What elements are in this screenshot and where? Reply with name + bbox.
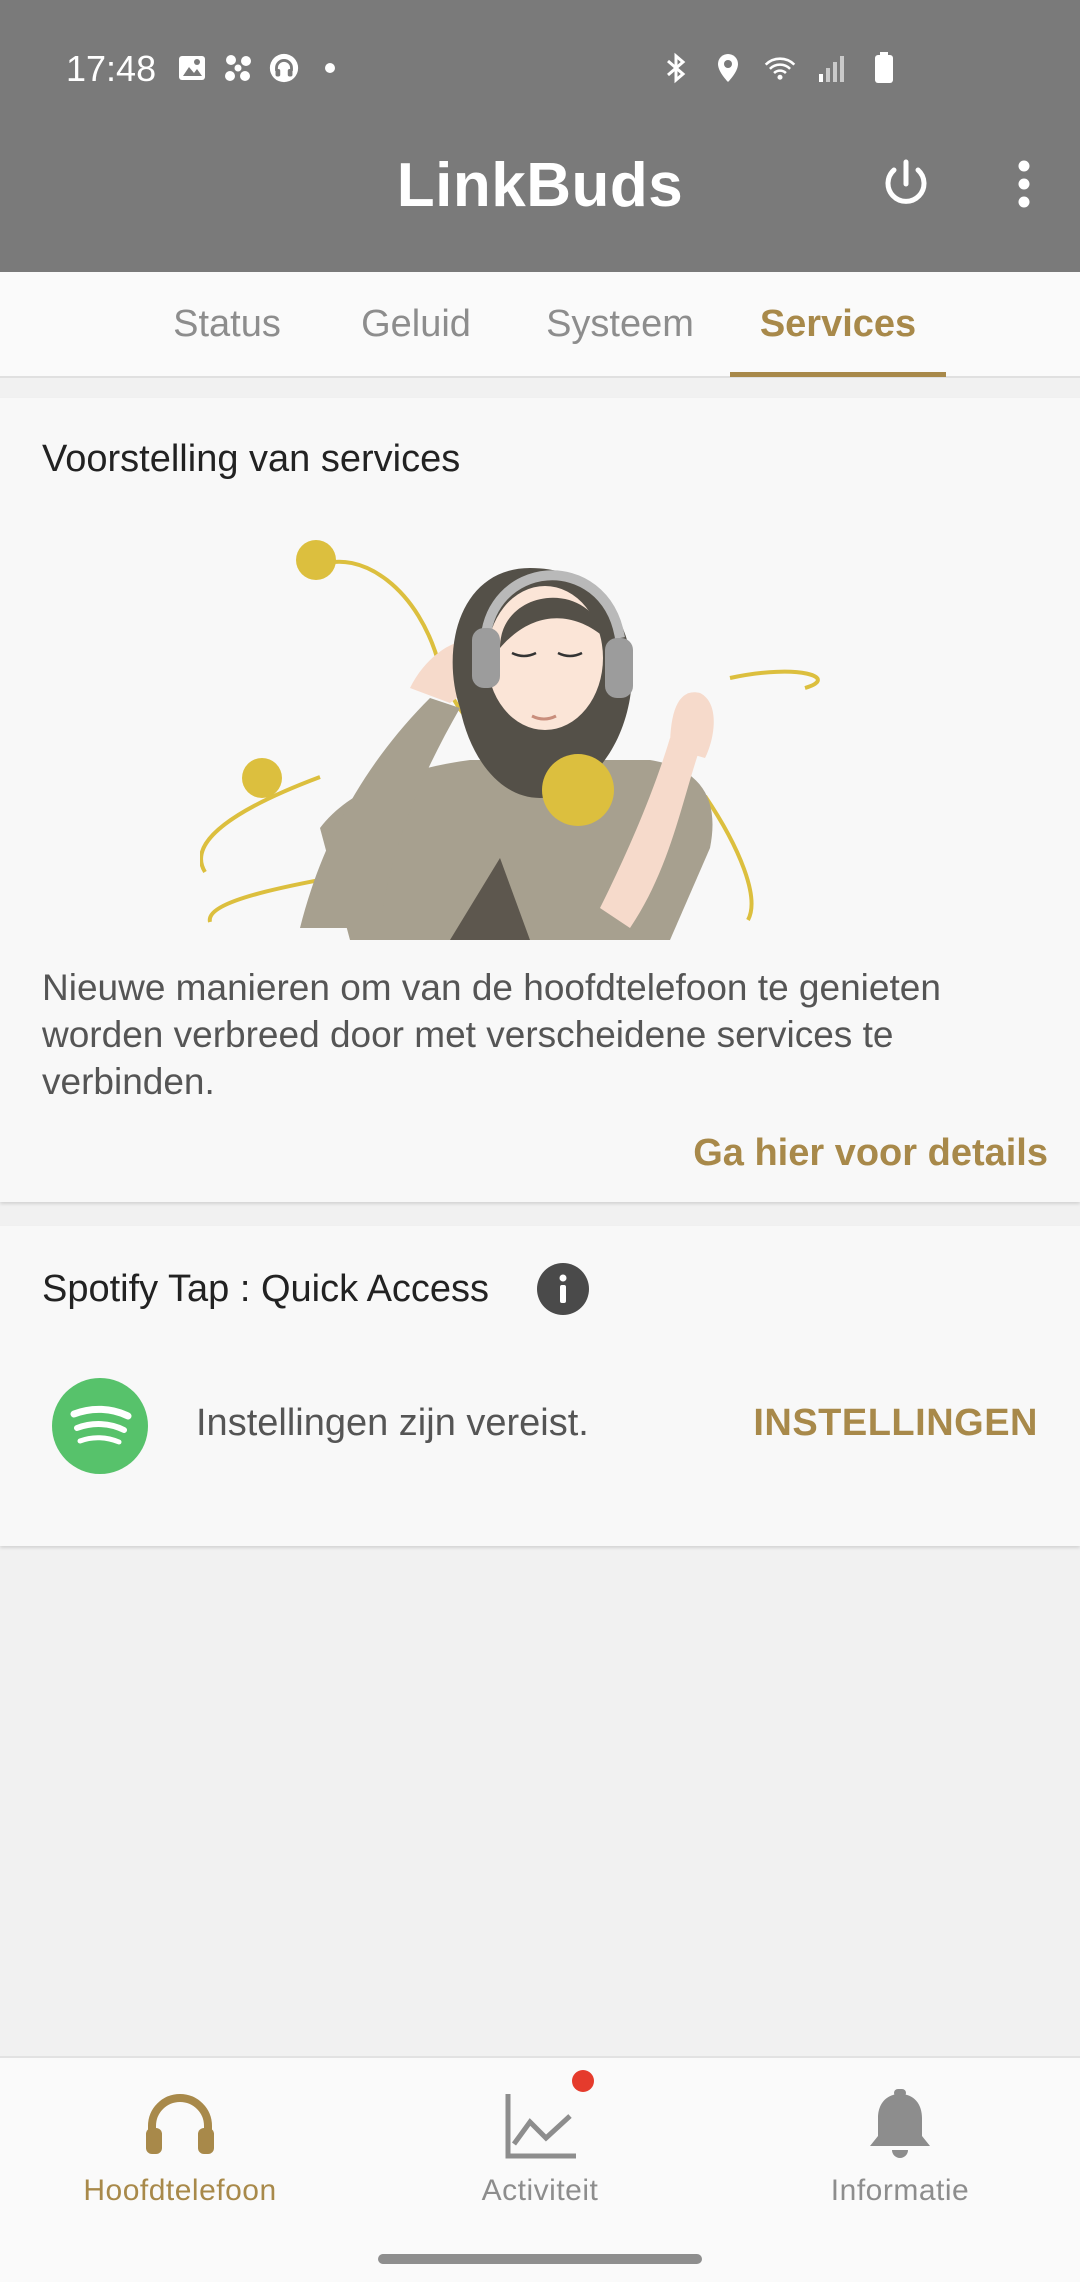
nav-informatie[interactable]: Informatie xyxy=(720,2086,1080,2208)
status-bar: 17:48 xyxy=(0,40,1080,100)
home-indicator[interactable] xyxy=(378,2254,702,2264)
details-link[interactable]: Ga hier voor details xyxy=(693,1132,1048,1175)
battery-icon xyxy=(868,52,900,84)
headset-icon xyxy=(268,52,300,84)
wifi-icon xyxy=(764,52,796,84)
activity-notification-badge xyxy=(572,2070,594,2092)
status-time: 17:48 xyxy=(66,48,157,89)
location-icon xyxy=(712,52,744,84)
fan-icon xyxy=(222,52,254,84)
tab-geluid[interactable]: Geluid xyxy=(346,272,486,376)
spotify-card-title: Spotify Tap : Quick Access xyxy=(42,1268,490,1310)
more-vert-icon xyxy=(1018,160,1030,208)
spotify-icon xyxy=(52,1378,148,1474)
spotify-card: Spotify Tap : Quick Access Instellingen … xyxy=(0,1226,1080,1546)
headphones-icon xyxy=(146,2094,214,2154)
gallery-icon xyxy=(176,52,208,84)
info-icon[interactable] xyxy=(536,1262,590,1316)
tab-services[interactable]: Services xyxy=(730,272,946,376)
app-header: 17:48 LinkBuds xyxy=(0,0,1080,272)
power-button[interactable] xyxy=(876,154,936,214)
status-right-icons xyxy=(660,52,900,84)
nav-activiteit[interactable]: Activiteit xyxy=(360,2086,720,2208)
dot-icon xyxy=(314,52,346,84)
services-illustration xyxy=(200,540,820,940)
settings-button[interactable]: INSTELLINGEN xyxy=(753,1402,1038,1445)
services-description: Nieuwe manieren om van de hoofdtelefoon … xyxy=(42,967,941,1102)
bell-icon xyxy=(870,2089,930,2158)
status-left-icons xyxy=(176,52,346,84)
nav-label-activiteit: Activiteit xyxy=(481,2174,599,2207)
more-options-button[interactable] xyxy=(1006,154,1042,214)
nav-hoofdtelefoon[interactable]: Hoofdtelefoon xyxy=(0,2086,360,2208)
signal-icon xyxy=(816,52,848,84)
tab-bar: Status Geluid Systeem Services xyxy=(0,272,1080,378)
services-intro-title: Voorstelling van services xyxy=(42,438,461,480)
nav-label-hoofdtelefoon: Hoofdtelefoon xyxy=(83,2174,277,2207)
tab-status[interactable]: Status xyxy=(146,272,308,376)
services-intro-card: Voorstelling van services Nieuwe maniere… xyxy=(0,398,1080,1202)
tab-systeem[interactable]: Systeem xyxy=(530,272,710,376)
active-tab-indicator xyxy=(730,372,946,377)
power-icon xyxy=(885,159,927,204)
activity-chart-icon xyxy=(505,2094,576,2159)
spotify-status-text: Instellingen zijn vereist. xyxy=(196,1402,589,1444)
bluetooth-icon xyxy=(660,52,692,84)
bottom-navigation: Hoofdtelefoon Activiteit Informatie xyxy=(0,2056,1080,2282)
nav-label-informatie: Informatie xyxy=(830,2174,970,2207)
